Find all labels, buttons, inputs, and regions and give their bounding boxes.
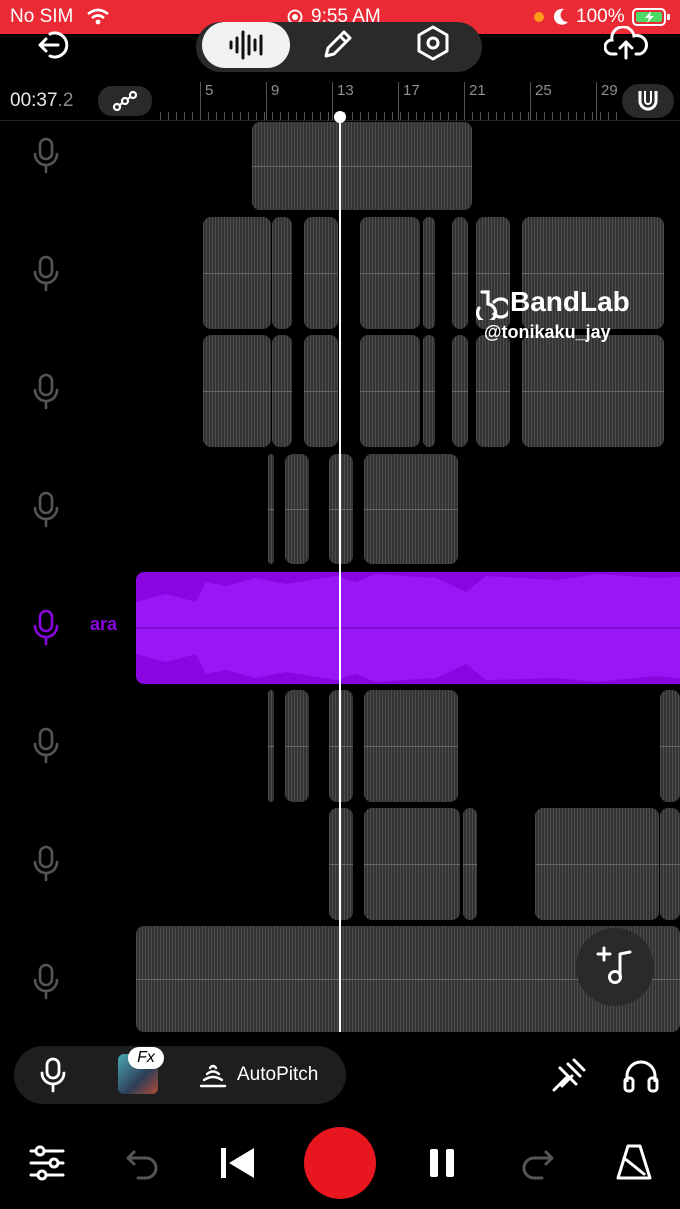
active-audio-clip[interactable]: [136, 572, 680, 684]
ruler-label: 21: [469, 82, 486, 99]
rewind-icon[interactable]: [218, 1144, 256, 1182]
bandlab-logo-icon: [475, 290, 508, 320]
carrier-label: No SIM: [10, 6, 74, 27]
audio-clip[interactable]: [423, 217, 435, 329]
audio-clip[interactable]: [476, 335, 510, 447]
wifi-icon: [87, 8, 109, 25]
ruler-line: [530, 82, 531, 120]
audio-clip[interactable]: [463, 808, 477, 920]
audio-clip[interactable]: [268, 454, 274, 564]
automation-button[interactable]: [98, 86, 152, 116]
audio-clip[interactable]: [304, 335, 338, 447]
watermark-brand: BandLab: [510, 286, 630, 317]
ruler-line: [200, 82, 201, 120]
autopitch-button[interactable]: AutoPitch: [237, 1064, 318, 1086]
audio-clip[interactable]: [364, 808, 460, 920]
ruler-label: 9: [271, 82, 280, 99]
ruler-line: [266, 82, 267, 120]
audio-clip[interactable]: [329, 690, 353, 802]
track-mic-icon[interactable]: [30, 962, 62, 1002]
ruler-label: 25: [535, 82, 552, 99]
watermark-handle: @tonikaku_jay: [484, 322, 611, 342]
playhead-handle[interactable]: [334, 111, 346, 123]
audio-clip[interactable]: [364, 454, 458, 564]
ruler-label: 17: [403, 82, 420, 99]
add-track-button[interactable]: [576, 928, 654, 1006]
exit-icon[interactable]: [36, 30, 72, 60]
audio-clip[interactable]: [252, 122, 472, 210]
record-button[interactable]: [304, 1127, 376, 1199]
playhead[interactable]: [339, 116, 341, 1032]
headphones-icon[interactable]: [622, 1056, 660, 1094]
audio-clip[interactable]: [660, 690, 680, 802]
audio-clip[interactable]: [535, 808, 659, 920]
ruler-line: [464, 82, 465, 120]
redo-icon[interactable]: [520, 1146, 556, 1180]
audio-clip[interactable]: [360, 217, 420, 329]
undo-icon[interactable]: [124, 1146, 160, 1180]
settings-icon[interactable]: [414, 24, 452, 62]
audio-clip[interactable]: [272, 335, 292, 447]
cloud-upload-icon[interactable]: [604, 26, 648, 60]
audio-clip[interactable]: [329, 454, 353, 564]
audio-clip[interactable]: [285, 454, 309, 564]
add-music-icon: [596, 946, 632, 984]
ruler-label: 13: [337, 82, 354, 99]
waveform-icon: [229, 30, 263, 60]
mic-icon[interactable]: [38, 1056, 68, 1094]
metronome-icon[interactable]: [614, 1142, 654, 1182]
playhead-time: 00:37.2: [10, 90, 74, 111]
track-mic-icon[interactable]: [30, 254, 62, 294]
track-mic-icon[interactable]: [30, 490, 62, 530]
audio-clip[interactable]: [285, 690, 309, 802]
audio-clip[interactable]: [452, 335, 468, 447]
active-track-name[interactable]: ara: [90, 614, 117, 635]
ruler-label: 5: [205, 82, 214, 99]
audio-clip[interactable]: [203, 335, 271, 447]
audio-clip[interactable]: [329, 808, 353, 920]
tuner-icon[interactable]: [550, 1056, 588, 1094]
ruler-line: [332, 82, 333, 120]
waveform-mode-button[interactable]: [202, 22, 290, 68]
ruler-ticks: [160, 112, 620, 120]
battery-charging-icon: [632, 8, 670, 26]
ruler-line: [596, 82, 597, 120]
ruler-line: [398, 82, 399, 120]
moon-icon: [553, 8, 568, 25]
fx-badge: Fx: [128, 1047, 164, 1069]
audio-clip[interactable]: [272, 217, 292, 329]
autopitch-icon: [199, 1064, 227, 1088]
orange-dot-indicator: [534, 12, 544, 22]
audio-clip[interactable]: [660, 808, 680, 920]
track-mic-icon[interactable]: [30, 372, 62, 412]
pause-icon[interactable]: [426, 1146, 458, 1180]
audio-clip[interactable]: [203, 217, 271, 329]
track-mic-icon[interactable]: [30, 726, 62, 766]
audio-clip[interactable]: [360, 335, 420, 447]
pen-icon[interactable]: [320, 26, 356, 62]
magnet-icon: [638, 91, 658, 111]
active-clip-waveform: [136, 574, 680, 682]
mixer-icon[interactable]: [28, 1144, 66, 1182]
ruler-label: 29: [601, 82, 618, 99]
automation-icon: [112, 90, 138, 112]
audio-clip[interactable]: [423, 335, 435, 447]
track-mic-icon-active[interactable]: [30, 608, 62, 648]
audio-clip[interactable]: [364, 690, 458, 802]
audio-clip[interactable]: [268, 690, 274, 802]
audio-clip[interactable]: [304, 217, 338, 329]
snap-button[interactable]: [622, 84, 674, 118]
track-mic-icon[interactable]: [30, 136, 62, 176]
audio-clip[interactable]: [522, 335, 664, 447]
track-mic-icon[interactable]: [30, 844, 62, 884]
battery-percent: 100%: [576, 6, 625, 27]
audio-clip[interactable]: [452, 217, 468, 329]
